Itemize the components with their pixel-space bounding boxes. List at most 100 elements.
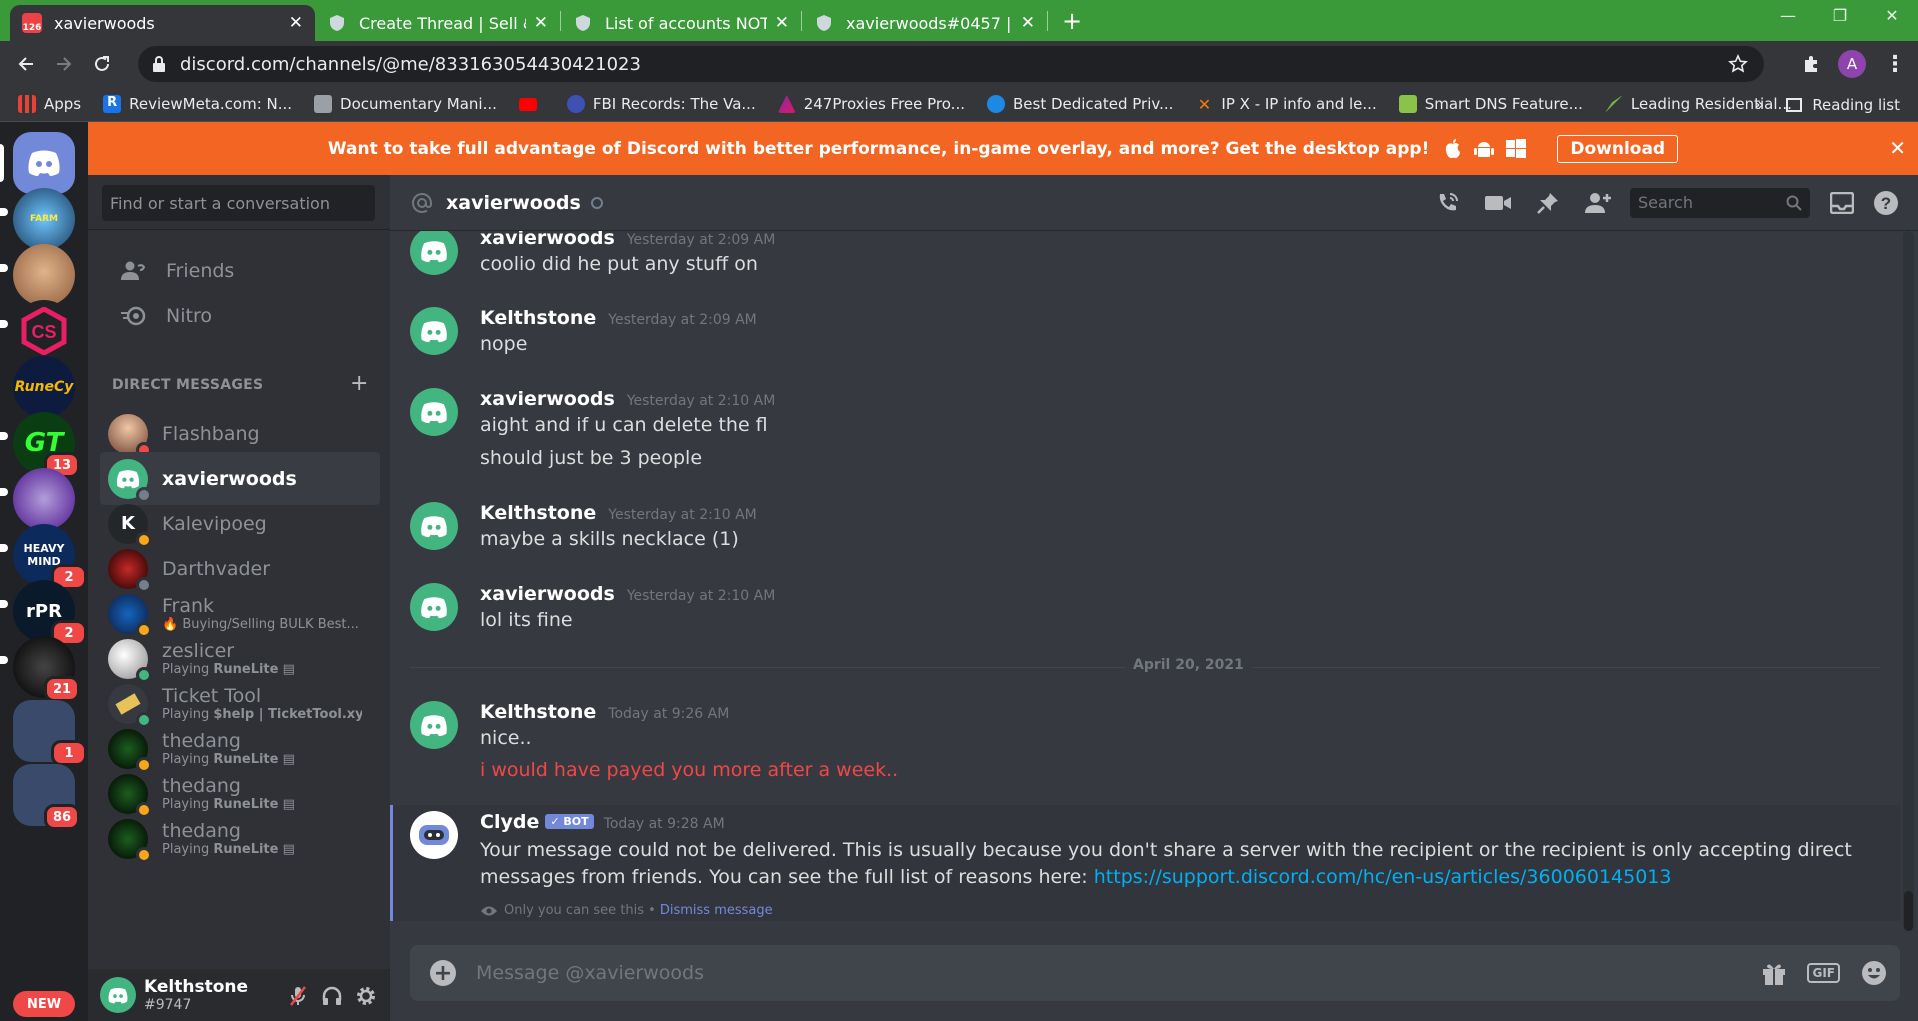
tab-xavierwoods[interactable]: 126 xavierwoods ✕ — [10, 5, 315, 41]
forward-button[interactable] — [45, 45, 83, 83]
pinned-messages-icon[interactable] — [1530, 185, 1566, 221]
video-call-icon[interactable] — [1480, 185, 1516, 221]
message-avatar[interactable] — [410, 701, 458, 749]
triangle-icon — [777, 95, 796, 113]
message-avatar[interactable] — [410, 583, 458, 631]
bookmarks-overflow-icon[interactable]: » — [1754, 95, 1764, 115]
create-dm-plus-icon[interactable]: + — [350, 371, 368, 396]
user-controls — [280, 982, 382, 1010]
url-field[interactable]: discord.com/channels/@me/833163054430421… — [138, 46, 1764, 82]
message-text: should just be 3 people — [480, 447, 703, 469]
profile-avatar[interactable]: A — [1838, 50, 1866, 78]
message-composer[interactable]: + Message @xavierwoods GIF — [410, 945, 1900, 1001]
scrollbar-thumb[interactable] — [1904, 891, 1913, 931]
bookmark-reviewmeta[interactable]: R ReviewMeta.com: N... — [103, 95, 292, 113]
ephemeral-note: Only you can see this • Dismiss message — [480, 903, 773, 918]
unread-pip — [0, 544, 8, 552]
new-tab-button[interactable]: + — [1048, 7, 1096, 35]
bookmark-smartdns[interactable]: Smart DNS Feature... — [1398, 95, 1583, 113]
bookmark-star-icon[interactable] — [1728, 54, 1748, 74]
friends-nav[interactable]: Friends — [98, 246, 378, 296]
bookmark-247proxies[interactable]: 247Proxies Free Pro... — [777, 95, 965, 113]
bot-tag: ✓ BOT — [545, 814, 594, 829]
upload-plus-icon[interactable]: + — [430, 960, 456, 986]
server-runecy[interactable]: RuneCy — [13, 356, 75, 418]
message-avatar[interactable] — [410, 231, 458, 275]
tab-close-icon[interactable]: ✕ — [289, 13, 303, 33]
bookmark-fbi[interactable]: FBI Records: The Va... — [566, 95, 756, 113]
download-button[interactable]: Download — [1557, 134, 1679, 163]
tab-create-thread[interactable]: Create Thread | Sell & Trade Gam ✕ — [315, 5, 560, 41]
dismiss-message-link[interactable]: Dismiss message — [660, 903, 773, 918]
server-purple[interactable] — [13, 468, 75, 530]
tab-list-of-accounts[interactable]: List of accounts NOT to purchase ✕ — [561, 5, 801, 41]
settings-gear-icon[interactable] — [350, 982, 382, 1010]
bookmark-label: ReviewMeta.com: N... — [129, 95, 293, 113]
user-avatar[interactable] — [100, 977, 136, 1013]
reading-list-icon — [1786, 98, 1803, 112]
new-badge[interactable]: NEW — [13, 991, 75, 1017]
inbox-icon[interactable] — [1824, 185, 1860, 221]
gift-icon[interactable] — [1761, 960, 1787, 986]
chat-search-input[interactable]: Search — [1630, 188, 1810, 218]
message-text: coolio did he put any stuff on — [480, 253, 758, 275]
dm-search-input[interactable]: Find or start a conversation — [102, 185, 375, 221]
message-scrollbar[interactable] — [1903, 231, 1914, 931]
ipx-icon: ✕ — [1197, 95, 1212, 114]
reload-button[interactable] — [83, 45, 121, 83]
tab-close-icon[interactable]: ✕ — [1021, 13, 1035, 33]
mention-badge: 1 — [51, 740, 87, 766]
message-header: xavierwoods Yesterday at 2:10 AM — [480, 583, 775, 605]
voice-call-icon[interactable] — [1430, 185, 1466, 221]
add-friend-to-dm-icon[interactable] — [1580, 185, 1616, 221]
nitro-label: Nitro — [166, 305, 212, 327]
bookmark-youtube[interactable] — [518, 97, 545, 111]
server-farm-accounts[interactable]: FARM — [13, 188, 75, 250]
message-author[interactable]: Clyde — [480, 811, 539, 833]
extensions-button[interactable] — [1797, 49, 1827, 79]
address-bar-row: discord.com/channels/@me/833163054430421… — [0, 41, 1918, 87]
restore-icon[interactable]: ❐ — [1814, 6, 1866, 25]
bookmark-dedicated[interactable]: Best Dedicated Priv... — [986, 95, 1173, 113]
dm-sidebar: Find or start a conversation Friends Nit… — [88, 175, 390, 1021]
emoji-icon[interactable] — [1860, 959, 1888, 987]
server-cs[interactable]: CS — [13, 300, 75, 362]
dm-item-thedang[interactable]: thedang Playing RuneLite ▤ — [100, 812, 380, 865]
message-avatar[interactable] — [410, 502, 458, 550]
server-monkey[interactable] — [13, 244, 75, 306]
tab-close-icon[interactable]: ✕ — [534, 13, 548, 33]
bookmark-ipx[interactable]: ✕ IP X - IP info and le... — [1195, 95, 1377, 114]
message-author[interactable]: xavierwoods — [480, 388, 615, 410]
eye-icon — [481, 906, 497, 915]
home-button[interactable] — [13, 132, 75, 194]
message-author[interactable]: xavierwoods — [480, 583, 615, 605]
message-author[interactable]: xavierwoods — [480, 231, 615, 249]
mute-microphone-icon[interactable] — [282, 982, 314, 1010]
tab-xavierwoods-0457[interactable]: xavierwoods#0457 | Sell & Trade ✕ — [802, 5, 1047, 41]
message-text: maybe a skills necklace (1) — [480, 528, 739, 550]
reading-list-button[interactable]: Reading list — [1812, 96, 1900, 114]
nitro-nav[interactable]: Nitro — [98, 291, 378, 341]
message-avatar[interactable] — [410, 307, 458, 355]
clyde-avatar[interactable] — [410, 811, 458, 859]
android-icon — [1474, 141, 1495, 157]
tab-close-icon[interactable]: ✕ — [775, 13, 789, 33]
browser-menu-icon[interactable]: ⋮ — [1880, 49, 1910, 79]
close-window-icon[interactable]: ✕ — [1866, 6, 1918, 25]
back-button[interactable] — [7, 45, 45, 83]
minimize-icon[interactable]: — — [1762, 6, 1814, 25]
window-controls: — ❐ ✕ — [1762, 6, 1918, 25]
message-author[interactable]: Kelthstone — [480, 307, 596, 329]
bookmark-documentary[interactable]: Documentary Mani... — [314, 95, 497, 113]
message-avatar[interactable] — [410, 388, 458, 436]
discord-default-avatar-icon — [421, 714, 447, 736]
gif-icon[interactable]: GIF — [1807, 963, 1840, 983]
banner-close-icon[interactable]: ✕ — [1889, 136, 1906, 160]
avatar — [108, 638, 152, 683]
message-author[interactable]: Kelthstone — [480, 502, 596, 524]
headphones-icon[interactable] — [316, 982, 348, 1010]
help-icon[interactable]: ? — [1868, 185, 1904, 221]
message-author[interactable]: Kelthstone — [480, 701, 596, 723]
reasons-link[interactable]: https://support.discord.com/hc/en-us/art… — [1094, 866, 1672, 888]
bookmark-apps[interactable]: Apps — [18, 95, 81, 113]
